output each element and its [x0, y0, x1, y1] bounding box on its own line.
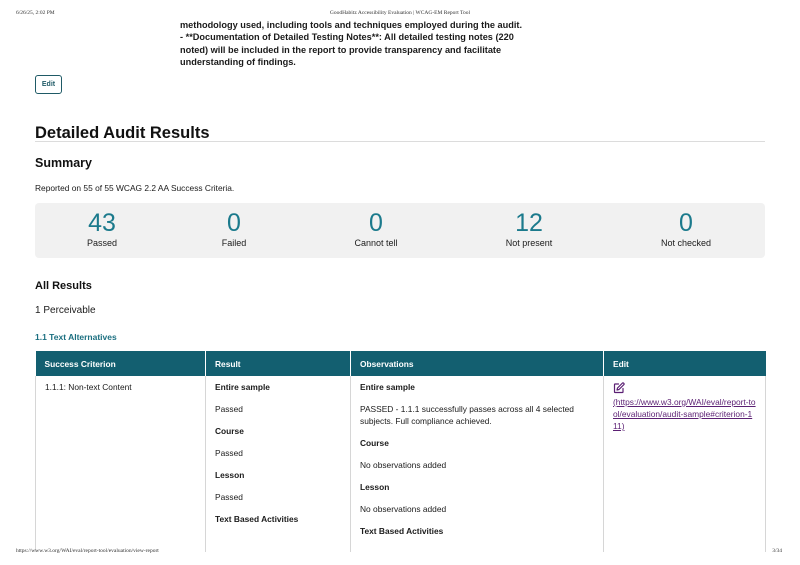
result-sample-label: Course: [215, 426, 244, 436]
column-header-result: Result: [205, 351, 351, 376]
edit-pencil-icon[interactable]: [613, 382, 625, 394]
stat-value: 0: [227, 209, 241, 237]
result-sample-label: Entire sample: [215, 382, 270, 392]
stat-label: Passed: [86, 238, 118, 248]
reported-text: Reported on 55 of 55 WCAG 2.2 AA Success…: [35, 183, 235, 193]
results-table: Success Criterion Result Observations Ed…: [35, 351, 766, 552]
heading-divider: [35, 141, 765, 142]
stat-failed: 0 Failed: [174, 209, 294, 248]
observation-sample-label: Lesson: [360, 482, 390, 492]
criterion-cell: 1.1.1: Non-text Content: [35, 376, 206, 552]
result-sample-label: Lesson: [215, 470, 245, 480]
stat-label: Failed: [221, 238, 247, 248]
page-number: 3/34: [772, 548, 782, 554]
observation-sample-label: Text Based Activities: [360, 526, 444, 536]
all-results-heading: All Results: [35, 280, 92, 292]
stat-not-checked: 0 Not checked: [626, 209, 746, 248]
summary-heading: Summary: [35, 156, 92, 170]
summary-stats-panel: 43 Passed 0 Failed 0 Cannot tell 12 Not …: [35, 203, 765, 258]
observation-sample-label: Course: [360, 438, 389, 448]
edit-button[interactable]: Edit: [35, 75, 62, 94]
methodology-text: methodology used, including tools and te…: [180, 20, 522, 68]
observation-text: PASSED - 1.1.1 successfully passes acros…: [360, 404, 574, 426]
stat-not-present: 12 Not present: [469, 209, 589, 248]
column-header-criterion: Success Criterion: [35, 351, 206, 376]
table-row: 1.1.1: Non-text Content Entire sample Pa…: [35, 376, 766, 552]
criterion-name: 1.1.1: Non-text Content: [45, 382, 132, 392]
print-title: GoodHabitz Accessibility Evaluation | WC…: [329, 10, 471, 16]
print-url: https://www.w3.org/WAI/eval/report-tool/…: [16, 548, 159, 554]
stat-cannot-tell: 0 Cannot tell: [316, 209, 436, 248]
observation-text: No observations added: [360, 504, 447, 514]
stat-label: Not present: [505, 238, 553, 248]
observations-cell: Entire sample PASSED - 1.1.1 successfull…: [350, 376, 604, 552]
column-header-observations: Observations: [350, 351, 604, 376]
table-header-row: Success Criterion Result Observations Ed…: [35, 351, 766, 376]
stat-value: 0: [369, 209, 383, 237]
stat-value: 0: [679, 209, 693, 237]
result-cell: Entire sample Passed Course Passed Lesso…: [205, 376, 351, 552]
stat-value: 12: [515, 209, 543, 237]
observation-sample-label: Entire sample: [360, 382, 415, 392]
result-value: Passed: [215, 404, 243, 414]
edit-cell: (https://www.w3.org/WAI/eval/report-tool…: [603, 376, 766, 552]
stat-value: 43: [88, 209, 116, 237]
result-value: Passed: [215, 448, 243, 458]
column-header-edit: Edit: [603, 351, 766, 376]
principle-heading: 1 Perceivable: [35, 305, 96, 316]
result-value: Passed: [215, 492, 243, 502]
stat-label: Not checked: [660, 238, 712, 248]
edit-criterion-link[interactable]: (https://www.w3.org/WAI/eval/report-tool…: [613, 397, 756, 431]
stat-passed: 43 Passed: [42, 209, 162, 248]
result-sample-label: Text Based Activities: [215, 514, 299, 524]
stat-label: Cannot tell: [354, 238, 398, 248]
observation-text: No observations added: [360, 460, 447, 470]
guideline-heading: 1.1 Text Alternatives: [35, 332, 117, 342]
